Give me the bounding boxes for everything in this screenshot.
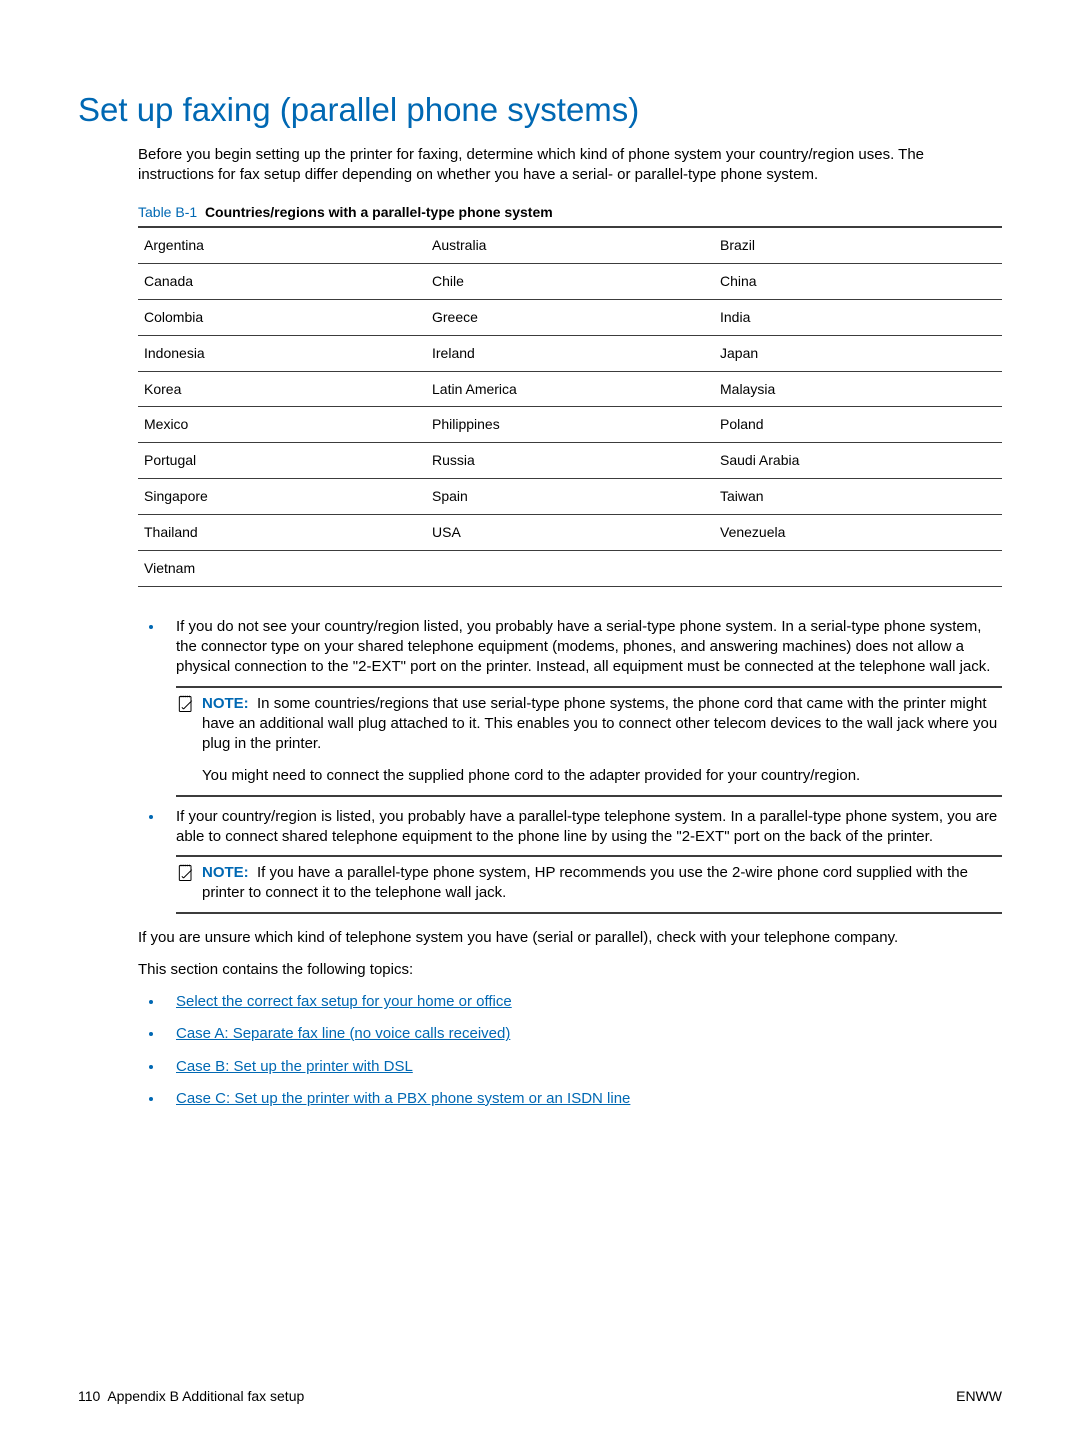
cell: Thailand bbox=[138, 515, 426, 551]
page-title: Set up faxing (parallel phone systems) bbox=[78, 88, 1002, 133]
table-row: MexicoPhilippinesPoland bbox=[138, 407, 1002, 443]
cell bbox=[426, 550, 714, 586]
table-row: PortugalRussiaSaudi Arabia bbox=[138, 443, 1002, 479]
table-row: IndonesiaIrelandJapan bbox=[138, 335, 1002, 371]
table-row: Vietnam bbox=[138, 550, 1002, 586]
table-title: Countries/regions with a parallel-type p… bbox=[205, 204, 553, 220]
footer-right: ENWW bbox=[956, 1387, 1002, 1406]
cell: Ireland bbox=[426, 335, 714, 371]
note-label: NOTE: bbox=[202, 864, 249, 881]
cell: Saudi Arabia bbox=[714, 443, 1002, 479]
table-row: KoreaLatin AmericaMalaysia bbox=[138, 371, 1002, 407]
table-caption: Table B-1 Countries/regions with a paral… bbox=[138, 203, 1002, 222]
cell: Philippines bbox=[426, 407, 714, 443]
cell: Argentina bbox=[138, 227, 426, 263]
cell: Venezuela bbox=[714, 515, 1002, 551]
cell: Singapore bbox=[138, 479, 426, 515]
cell: Japan bbox=[714, 335, 1002, 371]
countries-table: ArgentinaAustraliaBrazil CanadaChileChin… bbox=[138, 226, 1002, 587]
note-box: NOTE: In some countries/regions that use… bbox=[176, 686, 1002, 797]
cell: Colombia bbox=[138, 299, 426, 335]
note-paragraph: NOTE: If you have a parallel-type phone … bbox=[202, 863, 1002, 904]
unsure-text: If you are unsure which kind of telephon… bbox=[138, 928, 1002, 948]
cell: Taiwan bbox=[714, 479, 1002, 515]
note-body: NOTE: In some countries/regions that use… bbox=[202, 694, 1002, 787]
bullet-list: If you do not see your country/region li… bbox=[138, 617, 1002, 914]
document-page: Set up faxing (parallel phone systems) B… bbox=[0, 0, 1080, 1437]
topic-item: Case B: Set up the printer with DSL bbox=[164, 1057, 1002, 1077]
table-row: ArgentinaAustraliaBrazil bbox=[138, 227, 1002, 263]
topic-item: Case C: Set up the printer with a PBX ph… bbox=[164, 1089, 1002, 1109]
chapter-label: Appendix B Additional fax setup bbox=[107, 1388, 304, 1404]
cell: Chile bbox=[426, 263, 714, 299]
note-label: NOTE: bbox=[202, 695, 249, 712]
note-body: NOTE: If you have a parallel-type phone … bbox=[202, 863, 1002, 904]
cell: Canada bbox=[138, 263, 426, 299]
topic-link[interactable]: Case B: Set up the printer with DSL bbox=[176, 1058, 413, 1075]
note-box: NOTE: If you have a parallel-type phone … bbox=[176, 855, 1002, 914]
note-text: In some countries/regions that use seria… bbox=[202, 695, 997, 753]
cell: Russia bbox=[426, 443, 714, 479]
content-body: Before you begin setting up the printer … bbox=[138, 145, 1002, 1110]
cell bbox=[714, 550, 1002, 586]
topic-link[interactable]: Case C: Set up the printer with a PBX ph… bbox=[176, 1090, 630, 1107]
cell: Indonesia bbox=[138, 335, 426, 371]
cell: China bbox=[714, 263, 1002, 299]
topics-intro: This section contains the following topi… bbox=[138, 960, 1002, 980]
topics-list: Select the correct fax setup for your ho… bbox=[138, 992, 1002, 1109]
table-row: SingaporeSpainTaiwan bbox=[138, 479, 1002, 515]
note-text: If you have a parallel-type phone system… bbox=[202, 864, 968, 901]
topic-link[interactable]: Select the correct fax setup for your ho… bbox=[176, 993, 512, 1010]
note-icon bbox=[176, 863, 196, 883]
cell: Brazil bbox=[714, 227, 1002, 263]
table-row: ThailandUSAVenezuela bbox=[138, 515, 1002, 551]
cell: Malaysia bbox=[714, 371, 1002, 407]
intro-text: Before you begin setting up the printer … bbox=[138, 145, 1002, 186]
topic-item: Select the correct fax setup for your ho… bbox=[164, 992, 1002, 1012]
cell: Vietnam bbox=[138, 550, 426, 586]
cell: Portugal bbox=[138, 443, 426, 479]
cell: Poland bbox=[714, 407, 1002, 443]
bullet-text: If your country/region is listed, you pr… bbox=[176, 808, 997, 845]
cell: Mexico bbox=[138, 407, 426, 443]
list-item: If your country/region is listed, you pr… bbox=[164, 807, 1002, 914]
cell: Korea bbox=[138, 371, 426, 407]
list-item: If you do not see your country/region li… bbox=[164, 617, 1002, 797]
note-paragraph: You might need to connect the supplied p… bbox=[202, 766, 1002, 786]
cell: India bbox=[714, 299, 1002, 335]
footer-left: 110 Appendix B Additional fax setup bbox=[78, 1387, 304, 1406]
table-row: ColombiaGreeceIndia bbox=[138, 299, 1002, 335]
note-paragraph: NOTE: In some countries/regions that use… bbox=[202, 694, 1002, 755]
table-label: Table B-1 bbox=[138, 204, 197, 220]
cell: Latin America bbox=[426, 371, 714, 407]
cell: Australia bbox=[426, 227, 714, 263]
note-icon bbox=[176, 694, 196, 714]
topic-link[interactable]: Case A: Separate fax line (no voice call… bbox=[176, 1025, 510, 1042]
topic-item: Case A: Separate fax line (no voice call… bbox=[164, 1024, 1002, 1044]
cell: USA bbox=[426, 515, 714, 551]
page-number: 110 bbox=[78, 1388, 100, 1404]
bullet-text: If you do not see your country/region li… bbox=[176, 618, 990, 676]
cell: Spain bbox=[426, 479, 714, 515]
cell: Greece bbox=[426, 299, 714, 335]
table-row: CanadaChileChina bbox=[138, 263, 1002, 299]
